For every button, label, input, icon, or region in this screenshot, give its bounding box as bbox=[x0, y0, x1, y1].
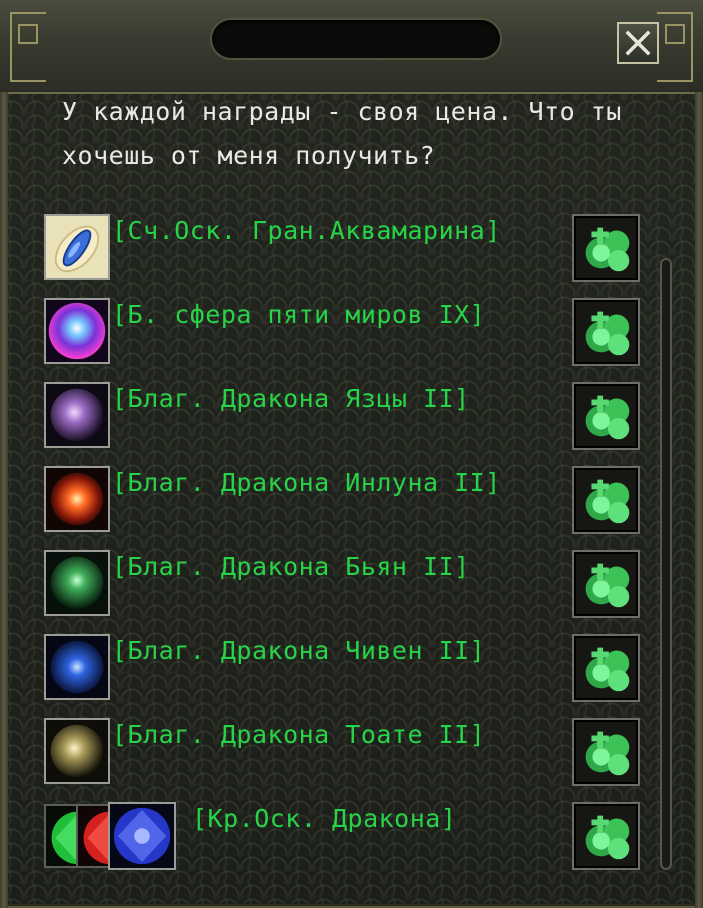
title-slot bbox=[212, 20, 500, 58]
jade-coins-icon bbox=[585, 731, 630, 776]
get-reward-button[interactable] bbox=[572, 718, 640, 786]
jade-coins-icon bbox=[585, 227, 630, 272]
reward-label[interactable]: [Благ. Дракона Тоате II] bbox=[112, 720, 485, 750]
dragon-orb-purple-icon[interactable] bbox=[44, 382, 110, 448]
jade-coins-icon bbox=[585, 563, 630, 608]
dragon-orb-green-icon[interactable] bbox=[44, 550, 110, 616]
get-reward-button[interactable] bbox=[572, 214, 640, 282]
dragon-orb-gold-icon[interactable] bbox=[44, 718, 110, 784]
reward-label[interactable]: [Благ. Дракона Чивен II] bbox=[112, 636, 485, 666]
npc-dialog-window: У каждой награды - своя цена. Что ты хоч… bbox=[0, 0, 703, 908]
jade-coins-icon bbox=[585, 647, 630, 692]
get-reward-button[interactable] bbox=[572, 298, 640, 366]
jade-coins-icon bbox=[585, 395, 630, 440]
scrollbar[interactable] bbox=[660, 258, 672, 870]
jade-coins-icon bbox=[585, 815, 630, 860]
get-reward-button[interactable] bbox=[572, 550, 640, 618]
reward-row[interactable]: [Кр.Оск. Дракона] bbox=[44, 802, 644, 872]
dragon-orb-red-icon[interactable] bbox=[44, 466, 110, 532]
frame-right bbox=[695, 92, 703, 908]
jade-coins-icon bbox=[585, 479, 630, 524]
frame-left bbox=[0, 92, 8, 908]
dragon-orb-blue-icon[interactable] bbox=[44, 634, 110, 700]
reward-label[interactable]: [Кр.Оск. Дракона] bbox=[192, 804, 456, 834]
blue-crystal-icon bbox=[108, 802, 176, 870]
reward-row[interactable]: [Благ. Дракона Инлуна II] bbox=[44, 466, 644, 536]
reward-row[interactable]: [Благ. Дракона Бьян II] bbox=[44, 550, 644, 620]
reward-label[interactable]: [Благ. Дракона Язцы II] bbox=[112, 384, 470, 414]
reward-row[interactable]: [Благ. Дракона Язцы II] bbox=[44, 382, 644, 452]
reward-label[interactable]: [Благ. Дракона Бьян II] bbox=[112, 552, 470, 582]
npc-greeting-text: У каждой награды - своя цена. Что ты хоч… bbox=[62, 97, 622, 170]
title-bar[interactable] bbox=[0, 0, 703, 94]
reward-label[interactable]: [Б. сфера пяти миров IX] bbox=[112, 300, 485, 330]
get-reward-button[interactable] bbox=[572, 382, 640, 450]
dragon-crystal-shards-icon[interactable] bbox=[44, 802, 184, 870]
reward-label[interactable]: [Благ. Дракона Инлуна II] bbox=[112, 468, 501, 498]
get-reward-button[interactable] bbox=[572, 466, 640, 534]
reward-label[interactable]: [Сч.Оск. Гран.Аквамарина] bbox=[112, 216, 501, 246]
get-reward-button[interactable] bbox=[572, 802, 640, 870]
aquamarine-shard-icon[interactable] bbox=[44, 214, 110, 280]
reward-row[interactable]: [Благ. Дракона Чивен II] bbox=[44, 634, 644, 704]
reward-row[interactable]: [Б. сфера пяти миров IX] bbox=[44, 298, 644, 368]
close-button[interactable] bbox=[617, 22, 659, 64]
ornament-icon bbox=[10, 12, 46, 82]
get-reward-button[interactable] bbox=[572, 634, 640, 702]
reward-row[interactable]: [Благ. Дракона Тоате II] bbox=[44, 718, 644, 788]
jade-coins-icon bbox=[585, 311, 630, 356]
reward-row[interactable]: [Сч.Оск. Гран.Аквамарина] bbox=[44, 214, 644, 284]
close-icon bbox=[625, 30, 651, 56]
five-worlds-sphere-icon[interactable] bbox=[44, 298, 110, 364]
ornament-icon bbox=[657, 12, 693, 82]
